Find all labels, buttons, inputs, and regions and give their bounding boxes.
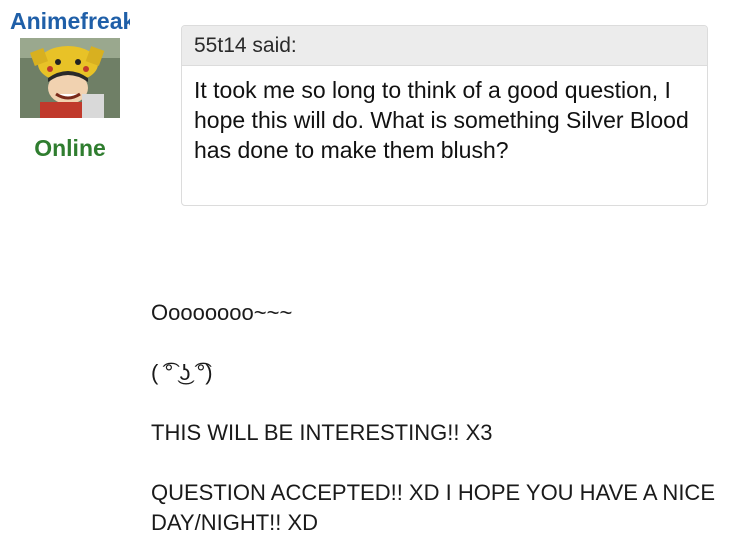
avatar-image — [20, 38, 120, 118]
quote-text: It took me so long to think of a good qu… — [194, 77, 689, 163]
username-link[interactable]: Animefreak — [10, 6, 130, 36]
avatar[interactable] — [20, 38, 120, 118]
user-info: Animefreak Online — [0, 0, 135, 170]
quote-block: 55t14 said: It took me so long to think … — [181, 25, 708, 206]
message-line: Oooooooo~~~ — [151, 300, 293, 325]
message-line: THIS WILL BE INTERESTING!! X3 — [151, 420, 493, 445]
message-line: ( ͡° ͜ʖ ͡°) — [151, 360, 213, 385]
message-line: QUESTION ACCEPTED!! XD I HOPE YOU HAVE A… — [151, 480, 715, 535]
quote-author[interactable]: 55t14 said: — [182, 26, 707, 66]
online-status: Online — [34, 135, 106, 161]
